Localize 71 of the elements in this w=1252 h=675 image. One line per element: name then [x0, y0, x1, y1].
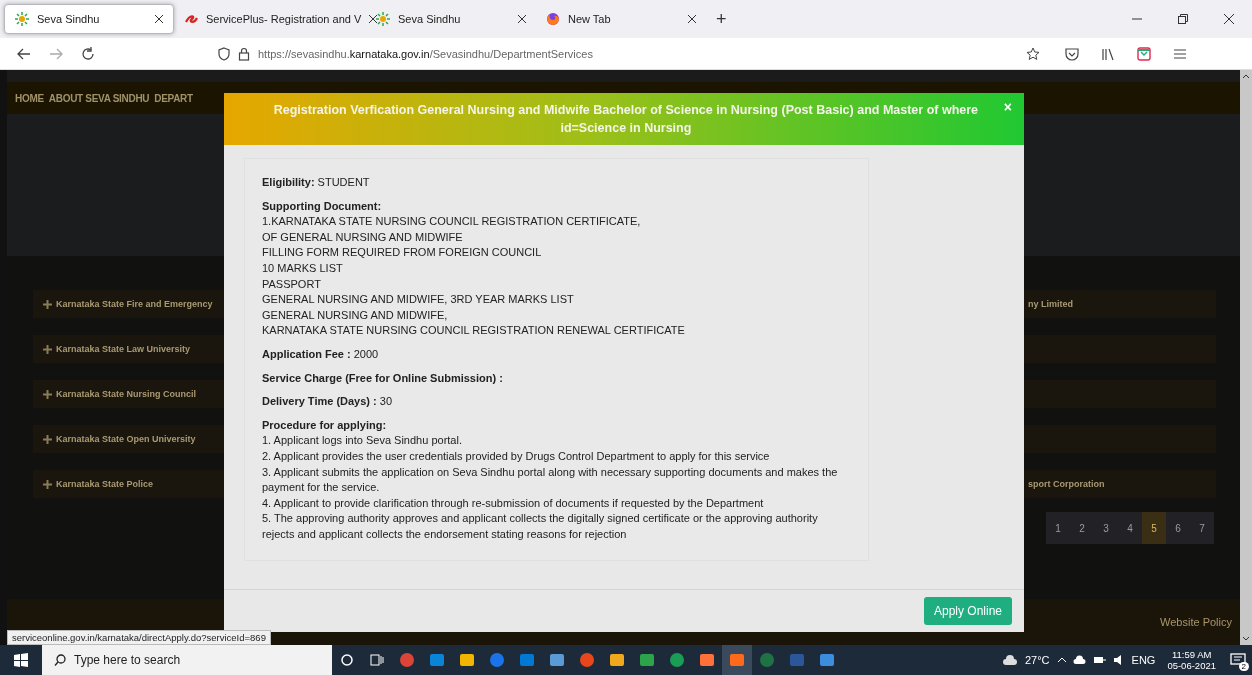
page-link[interactable]: 2	[1070, 512, 1094, 544]
tab-title: ServicePlus- Registration and V	[206, 13, 362, 25]
department-name: Karnataka State Nursing Council	[56, 389, 197, 399]
network-icon	[1092, 655, 1107, 665]
sun-icon	[376, 12, 390, 26]
nav-link[interactable]: DEPART	[154, 92, 193, 104]
detail-text: 4. Applicant to provide clarification through re-submission of documents if requested by the Department	[262, 495, 765, 511]
department-name: Karnataka State Police	[56, 479, 154, 489]
status-url: serviceonline.gov.in/karnataka/directApply.do?serviceId=869	[7, 630, 271, 645]
scroll-up-icon[interactable]	[1242, 73, 1250, 79]
page-link[interactable]: 6	[1166, 512, 1190, 544]
plus-icon	[43, 299, 52, 309]
notification-icon[interactable]	[1230, 653, 1246, 667]
sun-icon	[15, 12, 29, 26]
page-link[interactable]: 5	[1142, 512, 1166, 544]
department-name: sport Corporation	[1028, 479, 1105, 489]
detail-text: OF GENERAL NURSING AND MIDWIFE	[262, 229, 464, 245]
page-link[interactable]: 7	[1190, 512, 1214, 544]
detail-text: Eligibility: STUDENT	[262, 175, 371, 190]
close-icon[interactable]	[369, 15, 378, 23]
browser-tab[interactable]: New Tab	[536, 4, 706, 34]
close-icon[interactable]	[155, 15, 163, 23]
browser-tab[interactable]: Seva Sindhu	[366, 4, 536, 34]
detail-heading: Supporting Document:	[262, 198, 383, 214]
detail-text: FILLING FORM REQUIRED FROM FOREIGN COUNCIL	[262, 245, 543, 261]
browser-tab[interactable]: ServicePlus- Registration and V	[174, 4, 366, 34]
department-name: Karnataka State Fire and Emergency	[56, 299, 213, 309]
page-link[interactable]: 4	[1118, 512, 1142, 544]
nav-link[interactable]: HOME	[15, 92, 44, 104]
url-text: https://sevasindhu.karnataka.gov.in/Sevasindhu/DepartmentServices	[258, 47, 593, 60]
notification-count: 2	[1238, 662, 1249, 671]
modal-title: Registration Verfication General Nursing and Midwife Bachelor of Science in Nursing (Post Basic) and Master of where id=Science in Nursing	[272, 102, 980, 137]
plus-icon	[43, 479, 52, 489]
language-indicator[interactable]: ENG	[1127, 654, 1160, 666]
detail-text: 5. The approving authority approves and applicant collects the digitally signed certificate or the approving authority rejects and applicant collects the endorsement stating reasons for rejection	[262, 511, 819, 542]
cloud-icon	[1072, 655, 1087, 665]
department-name: Karnataka State Law University	[56, 344, 191, 354]
page-link[interactable]: 1	[1046, 512, 1070, 544]
browser-logo-icon	[546, 12, 560, 26]
close-icon[interactable]	[688, 15, 696, 23]
lock-icon	[238, 46, 250, 61]
nav-link[interactable]: ABOUT SEVA SINDHU	[48, 92, 150, 104]
page-link[interactable]: 3	[1094, 512, 1118, 544]
clock-date[interactable]: 05-06-2021	[1167, 660, 1216, 671]
search-icon	[54, 654, 66, 666]
close-icon[interactable]	[518, 15, 526, 23]
browser-tab[interactable]: Seva Sindhu	[4, 4, 174, 34]
clock-time[interactable]: 11:59 AM	[1171, 649, 1212, 660]
footer-link[interactable]: Website Policy	[1160, 616, 1232, 628]
taskbar-search-field[interactable]: Type here to search	[42, 645, 332, 675]
plus-icon	[43, 344, 52, 354]
detail-text: 10 MARKS LIST	[262, 260, 344, 276]
scrollbar[interactable]	[1240, 70, 1252, 645]
chevron-up-icon[interactable]	[1056, 657, 1067, 663]
department-name: Karnataka State Open University	[56, 434, 196, 444]
shield-icon	[218, 46, 230, 61]
bookmark-star-icon[interactable]	[1026, 46, 1040, 61]
temperature-text: 27°C	[1023, 654, 1051, 666]
tab-title: Seva Sindhu	[37, 13, 101, 25]
tab-title: New Tab	[568, 13, 612, 25]
detail-text: PASSPORT	[262, 276, 322, 292]
department-name: ny Limited	[1028, 299, 1073, 309]
address-bar[interactable]: https://sevasindhu.karnataka.gov.in/Sevasindhu/DepartmentServices	[208, 40, 1050, 67]
swoosh-icon	[184, 12, 198, 26]
plus-icon	[43, 434, 52, 444]
plus-icon	[43, 389, 52, 399]
new-tab-button[interactable]: +	[706, 8, 737, 30]
scroll-down-icon[interactable]	[1242, 636, 1250, 642]
tab-title: Seva Sindhu	[398, 13, 462, 25]
detail-text: 1.KARNATAKA STATE NURSING COUNCIL REGISTRATION CERTIFICATE,	[262, 214, 642, 230]
cloud-icon	[1001, 654, 1018, 666]
